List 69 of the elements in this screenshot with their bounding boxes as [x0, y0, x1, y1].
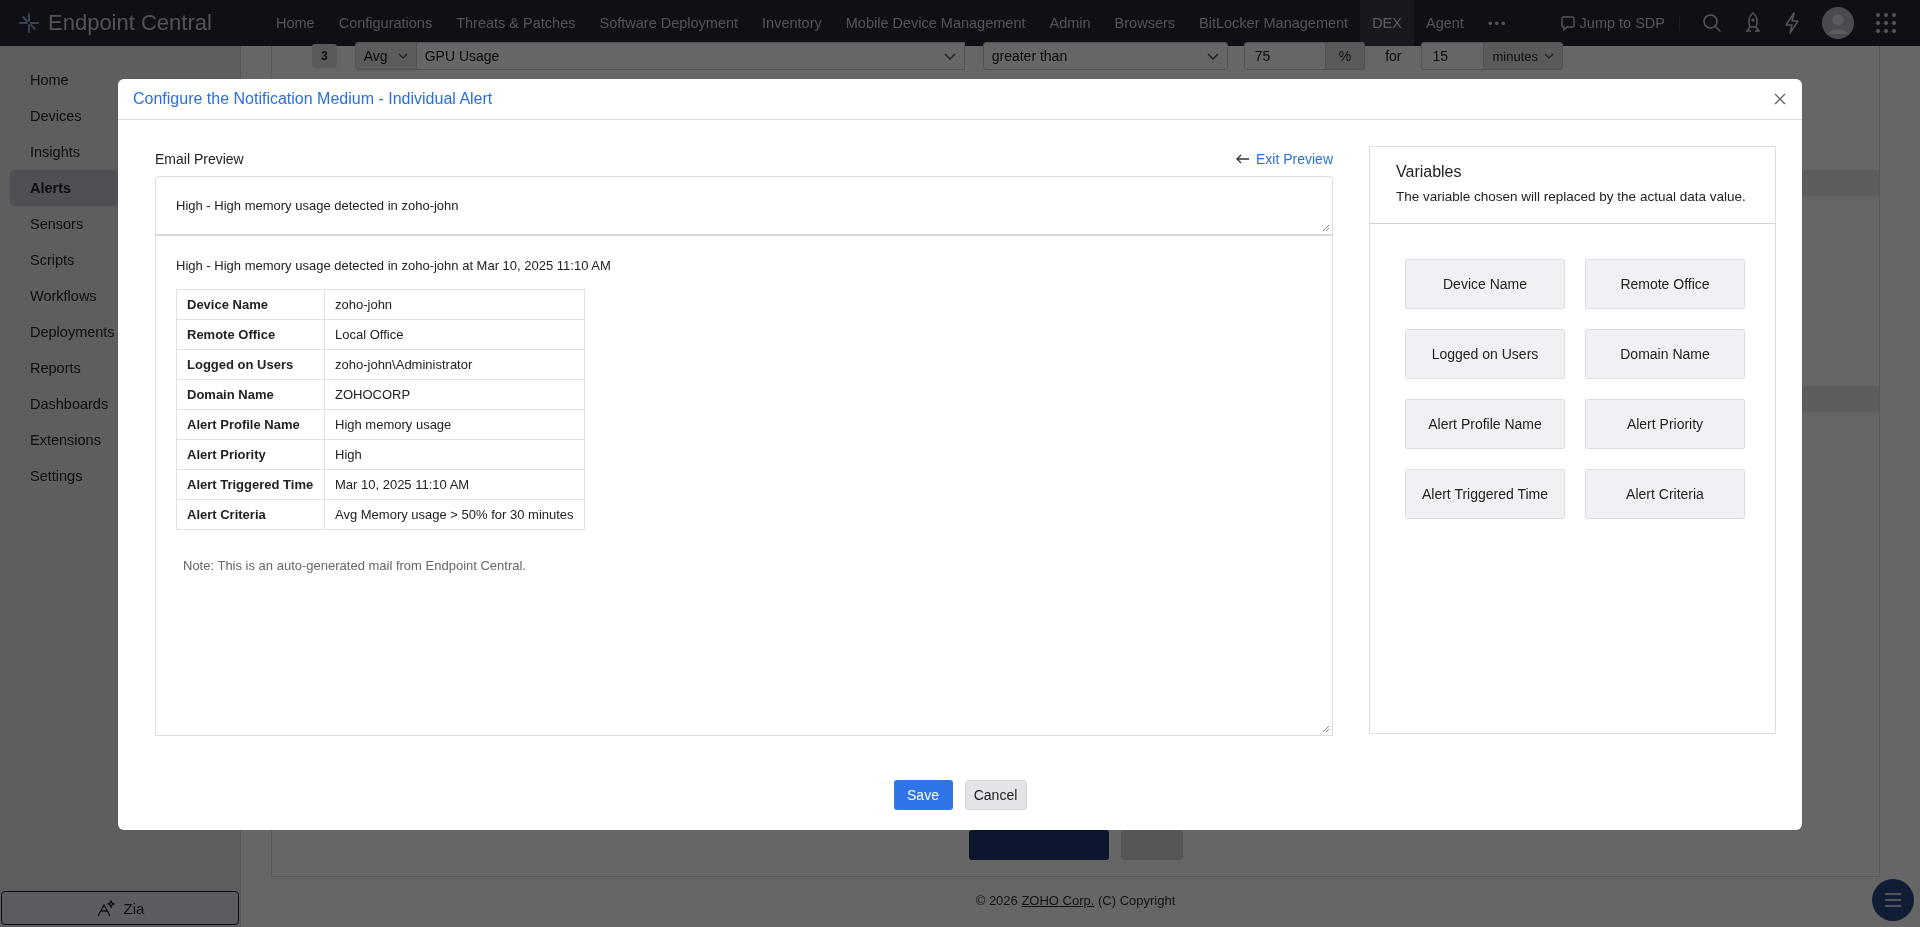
- table-cell: Alert Criteria: [176, 499, 325, 530]
- table-cell: Remote Office: [176, 319, 325, 350]
- duration-unit-dropdown[interactable]: minutes: [1484, 42, 1563, 70]
- table-cell: Domain Name: [176, 379, 325, 410]
- search-icon[interactable]: [1702, 13, 1722, 33]
- table-cell: zoho-john\Administrator: [324, 349, 585, 380]
- chevron-down-icon: [1206, 52, 1219, 60]
- metric-dropdown[interactable]: GPU Usage: [416, 42, 965, 70]
- chevron-down-icon: [397, 53, 408, 59]
- close-icon[interactable]: [1774, 93, 1786, 105]
- save-button[interactable]: Save: [893, 780, 953, 810]
- email-body-field[interactable]: [155, 236, 1333, 736]
- variable-button[interactable]: Logged on Users: [1405, 329, 1565, 379]
- table-cell: Mar 10, 2025 11:10 AM: [324, 469, 585, 500]
- variable-button[interactable]: Alert Profile Name: [1405, 399, 1565, 449]
- app-grid-icon[interactable]: [1876, 13, 1896, 33]
- table-cell: Alert Profile Name: [176, 409, 325, 440]
- resize-grip-icon[interactable]: [1322, 224, 1330, 232]
- nav-tab[interactable]: DEX: [1360, 0, 1414, 46]
- row-number: 3: [312, 44, 337, 68]
- aggregate-dropdown[interactable]: Avg: [354, 42, 417, 70]
- chevron-down-icon: [1544, 53, 1554, 59]
- variable-button[interactable]: Device Name: [1405, 259, 1565, 309]
- menu-icon: [1884, 893, 1902, 907]
- jump-link[interactable]: Jump to SDP: [1559, 15, 1680, 31]
- zia-button[interactable]: Zia: [1, 891, 239, 925]
- table-cell: zoho-john: [324, 289, 585, 320]
- variable-button[interactable]: Domain Name: [1585, 329, 1745, 379]
- note-text: Note: This is an auto-generated mail from Endpoint Central.: [183, 558, 527, 573]
- panel-title: Variables: [1396, 163, 1463, 181]
- product-name: Endpoint Central: [48, 10, 212, 36]
- duration-field[interactable]: 15: [1421, 42, 1485, 70]
- table-cell: Logged on Users: [176, 349, 325, 380]
- table-cell: High memory usage: [324, 409, 585, 440]
- for-label: for: [1385, 48, 1402, 64]
- variable-button[interactable]: Alert Criteria: [1585, 469, 1745, 519]
- exit-preview-link[interactable]: Exit Preview: [1235, 151, 1333, 167]
- email-intro-text: High - High memory usage detected in zoho-john at Mar 10, 2025 11:10 AM: [176, 258, 612, 273]
- resize-grip-icon[interactable]: [1322, 725, 1330, 733]
- company-link[interactable]: ZOHO Corp.: [1021, 893, 1095, 908]
- cancel-button[interactable]: Cancel: [964, 780, 1027, 810]
- variable-button[interactable]: Alert Triggered Time: [1405, 469, 1565, 519]
- avatar-icon[interactable]: [1822, 7, 1854, 39]
- section-label: Email Preview: [155, 151, 244, 167]
- rocket-icon[interactable]: [1744, 12, 1762, 34]
- nav-tab[interactable]: Home: [264, 0, 327, 46]
- secondary-button-shape: [1120, 830, 1183, 860]
- panel-description: The variable chosen will replaced by the actual data value.: [1396, 189, 1747, 204]
- variable-button[interactable]: Alert Priority: [1585, 399, 1745, 449]
- table-cell: Avg Memory usage > 50% for 30 minutes: [324, 499, 585, 530]
- table-cell: Alert Triggered Time: [176, 469, 325, 500]
- lightning-icon[interactable]: [1784, 12, 1800, 34]
- chevron-down-icon: [943, 52, 956, 60]
- subject-field[interactable]: High - High memory usage detected in zoho-john: [155, 176, 1333, 236]
- dialog-title: Configure the Notification Medium - Individual Alert: [133, 90, 493, 108]
- chat-bubble-icon: [1559, 15, 1576, 31]
- variable-button[interactable]: Remote Office: [1585, 259, 1745, 309]
- table-cell: Alert Priority: [176, 439, 325, 470]
- logo-icon: [18, 12, 40, 34]
- arrow-left-icon: [1235, 154, 1250, 164]
- menu-button[interactable]: [1872, 879, 1914, 921]
- threshold-field[interactable]: 75: [1243, 42, 1326, 70]
- table-cell: Device Name: [176, 289, 325, 320]
- table-cell: High: [324, 439, 585, 470]
- unit-label: %: [1325, 42, 1366, 70]
- table-cell: ZOHOCORP: [324, 379, 585, 410]
- operator-dropdown[interactable]: greater than: [982, 42, 1228, 70]
- table-cell: Local Office: [324, 319, 585, 350]
- sparkle-icon: [95, 899, 116, 917]
